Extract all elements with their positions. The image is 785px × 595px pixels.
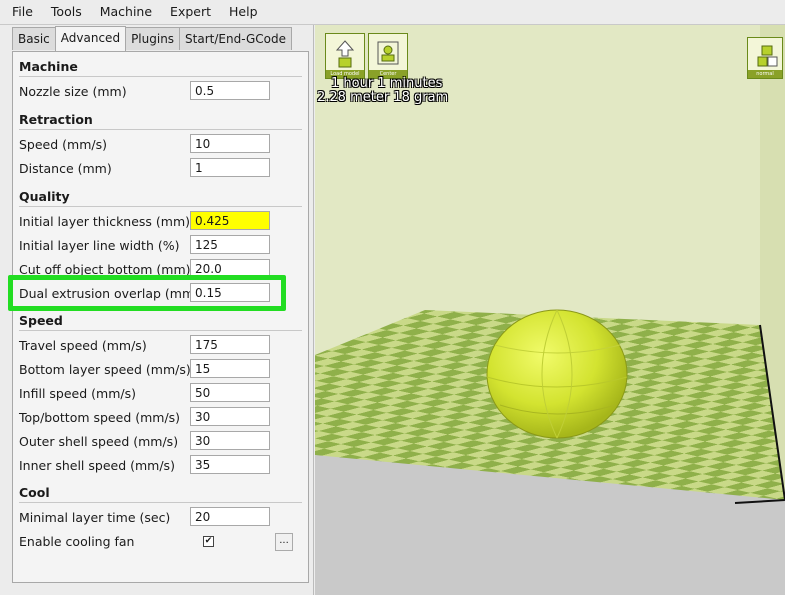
print-time-text: 1 hour 1 minutes (331, 76, 443, 91)
section-title-quality: Quality (19, 189, 70, 204)
menu-tools[interactable]: Tools (39, 0, 88, 24)
menu-machine[interactable]: Machine (88, 0, 158, 24)
infill-speed-input[interactable]: 50 (190, 383, 270, 402)
initial-layer-thickness-label: Initial layer thickness (mm) (19, 214, 191, 229)
center-icon (377, 41, 399, 65)
view-mode-button[interactable]: normal (747, 37, 783, 79)
initial-layer-thickness-input[interactable]: 0.425 (190, 211, 270, 230)
print-material-text: 2.28 meter 18 gram (317, 90, 449, 105)
cooling-fan-more-button[interactable]: ... (275, 533, 293, 551)
retraction-distance-label: Distance (mm) (19, 161, 112, 176)
load-model-button[interactable]: Load model (325, 33, 365, 79)
bottom-layer-speed-label: Bottom layer speed (mm/s) (19, 362, 191, 377)
minimal-layer-time-input[interactable]: 20 (190, 507, 270, 526)
section-title-speed: Speed (19, 313, 63, 328)
top-bottom-speed-label: Top/bottom speed (mm/s) (19, 410, 181, 425)
center-button[interactable]: Center (368, 33, 408, 79)
section-title-cool: Cool (19, 485, 50, 500)
inner-shell-speed-input[interactable]: 35 (190, 455, 270, 474)
section-title-machine: Machine (19, 59, 78, 74)
menu-bar: File Tools Machine Expert Help (0, 0, 785, 25)
settings-panel: Basic Advanced Plugins Start/End-GCode M… (0, 25, 314, 595)
menu-expert[interactable]: Expert (158, 0, 217, 24)
menu-file[interactable]: File (0, 0, 39, 24)
outer-shell-speed-input[interactable]: 30 (190, 431, 270, 450)
section-divider (19, 129, 302, 130)
build-volume-scene (315, 25, 785, 504)
settings-tabs: Basic Advanced Plugins Start/End-GCode (12, 26, 292, 51)
inner-shell-speed-label: Inner shell speed (mm/s) (19, 458, 175, 473)
load-model-icon (335, 40, 355, 68)
tab-advanced[interactable]: Advanced (54, 26, 127, 51)
view-mode-caption: normal (748, 70, 782, 78)
advanced-settings-page: Machine Nozzle size (mm) 0.5 Retraction … (12, 51, 309, 583)
top-bottom-speed-input[interactable]: 30 (190, 407, 270, 426)
section-title-retraction: Retraction (19, 112, 93, 127)
travel-speed-label: Travel speed (mm/s) (19, 338, 147, 353)
outer-shell-speed-label: Outer shell speed (mm/s) (19, 434, 179, 449)
highlight-annotation-box (8, 275, 286, 311)
travel-speed-input[interactable]: 175 (190, 335, 270, 354)
menu-help[interactable]: Help (217, 0, 264, 24)
tab-plugins[interactable]: Plugins (125, 27, 181, 50)
nozzle-size-input[interactable]: 0.5 (190, 81, 270, 100)
retraction-speed-label: Speed (mm/s) (19, 137, 107, 152)
nozzle-size-label: Nozzle size (mm) (19, 84, 127, 99)
infill-speed-label: Infill speed (mm/s) (19, 386, 136, 401)
enable-cooling-fan-label: Enable cooling fan (19, 534, 135, 549)
retraction-distance-input[interactable]: 1 (190, 158, 270, 177)
print-estimate: 1 hour 1 minutes 2.28 meter 18 gram (317, 77, 448, 105)
3d-viewport[interactable]: Load model Center normal 1 hour 1 minute… (315, 25, 785, 595)
section-divider (19, 502, 302, 503)
model-sphere[interactable] (486, 309, 628, 439)
section-divider (19, 206, 302, 207)
initial-layer-line-width-input[interactable]: 125 (190, 235, 270, 254)
section-divider (19, 76, 302, 77)
tab-start-end-gcode[interactable]: Start/End-GCode (179, 27, 292, 50)
section-divider (19, 330, 302, 331)
enable-cooling-fan-checkbox[interactable]: ✔ (203, 536, 214, 547)
tab-basic[interactable]: Basic (12, 27, 56, 50)
view-mode-icon (757, 45, 778, 67)
bottom-layer-speed-input[interactable]: 15 (190, 359, 270, 378)
minimal-layer-time-label: Minimal layer time (sec) (19, 510, 171, 525)
initial-layer-line-width-label: Initial layer line width (%) (19, 238, 180, 253)
retraction-speed-input[interactable]: 10 (190, 134, 270, 153)
